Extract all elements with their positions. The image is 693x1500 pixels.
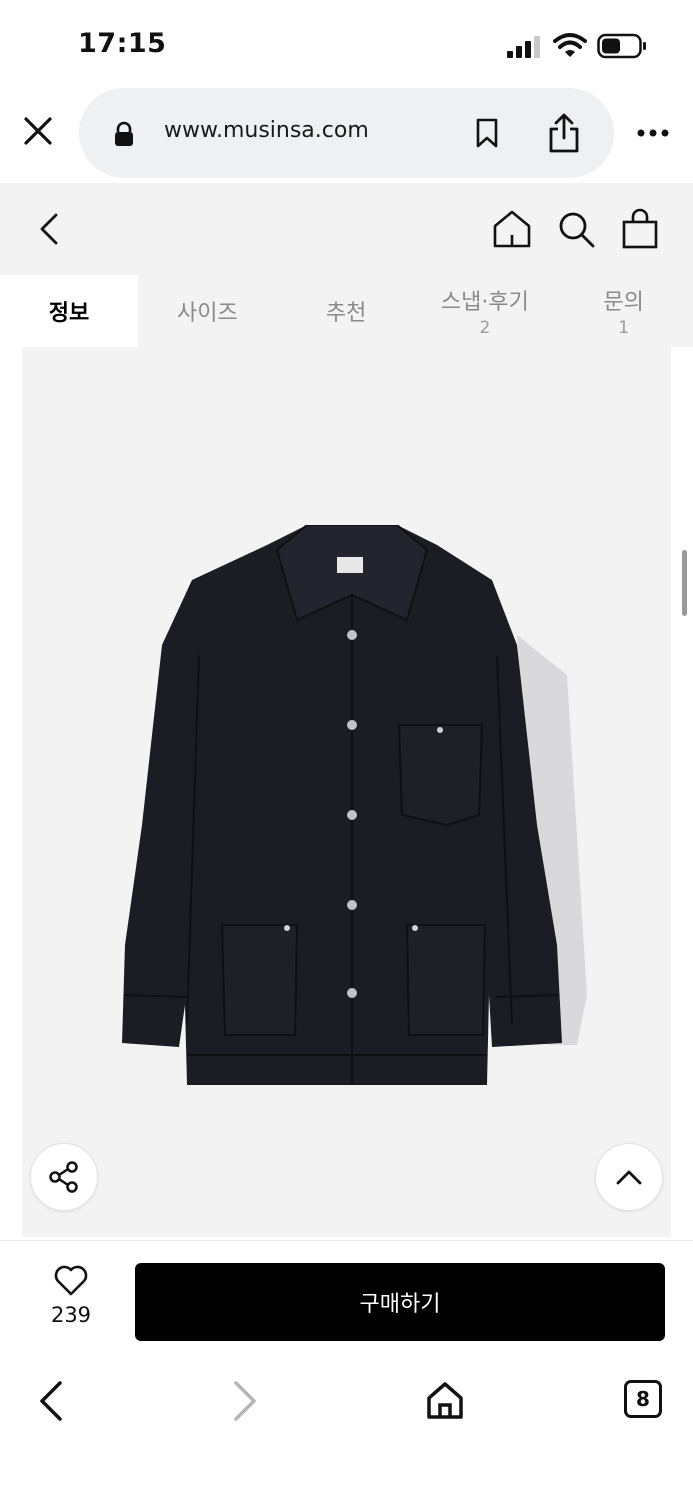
tab-count: 8 bbox=[636, 1387, 650, 1411]
status-bar: 17:15 bbox=[0, 0, 693, 88]
chevron-up-icon bbox=[616, 1170, 642, 1185]
browser-forward-icon[interactable] bbox=[232, 1380, 260, 1422]
tab-snap-review[interactable]: 스냅·후기 2 bbox=[416, 275, 555, 347]
wifi-icon bbox=[553, 33, 587, 57]
tab-size[interactable]: 사이즈 bbox=[138, 275, 277, 347]
search-icon[interactable] bbox=[556, 209, 596, 249]
home-icon[interactable] bbox=[492, 209, 532, 249]
purchase-bar: 239 구매하기 bbox=[0, 1240, 693, 1358]
tab-label: 문의 bbox=[603, 290, 644, 315]
bookmark-icon[interactable] bbox=[475, 118, 499, 148]
tab-label: 스냅·후기 bbox=[440, 290, 529, 315]
lock-icon bbox=[115, 121, 133, 146]
browser-tabs-button[interactable]: 8 bbox=[624, 1380, 662, 1418]
like-button[interactable]: 239 bbox=[30, 1265, 112, 1327]
tab-label: 사이즈 bbox=[177, 301, 238, 326]
scroll-to-top-button[interactable] bbox=[595, 1143, 663, 1211]
tab-recommend[interactable]: 추천 bbox=[277, 275, 416, 347]
tab-inquiry[interactable]: 문의 1 bbox=[554, 275, 693, 347]
url-field[interactable]: www.musinsa.com bbox=[79, 88, 614, 178]
url-text: www.musinsa.com bbox=[164, 118, 369, 143]
browser-home-icon[interactable] bbox=[425, 1380, 465, 1420]
status-time: 17:15 bbox=[78, 28, 167, 59]
share-icon[interactable] bbox=[547, 112, 581, 154]
tab-info[interactable]: 정보 bbox=[0, 275, 138, 347]
tab-count: 1 bbox=[618, 318, 630, 338]
product-tabs: 정보 사이즈 추천 스냅·후기 2 문의 1 bbox=[0, 275, 693, 347]
tab-count: 2 bbox=[479, 318, 491, 338]
more-options-icon[interactable] bbox=[636, 128, 670, 138]
tab-label: 추천 bbox=[325, 301, 367, 326]
cellular-signal-icon bbox=[507, 36, 540, 58]
share-nodes-icon bbox=[49, 1161, 78, 1193]
battery-icon bbox=[597, 33, 646, 59]
browser-back-icon[interactable] bbox=[36, 1380, 64, 1422]
tab-label: 정보 bbox=[48, 301, 90, 326]
scrollbar[interactable] bbox=[682, 550, 687, 616]
heart-icon bbox=[54, 1265, 88, 1296]
jacket-image bbox=[122, 525, 587, 1085]
browser-toolbar: 8 bbox=[0, 1358, 693, 1500]
close-icon[interactable] bbox=[22, 115, 54, 147]
browser-address-bar: www.musinsa.com bbox=[0, 88, 693, 180]
like-count: 239 bbox=[50, 1303, 92, 1327]
back-icon[interactable] bbox=[38, 213, 60, 245]
buy-button[interactable]: 구매하기 bbox=[135, 1263, 665, 1341]
share-button[interactable] bbox=[30, 1143, 98, 1211]
shopping-bag-icon[interactable] bbox=[620, 207, 660, 249]
site-header bbox=[0, 183, 693, 275]
product-image[interactable] bbox=[22, 347, 671, 1237]
